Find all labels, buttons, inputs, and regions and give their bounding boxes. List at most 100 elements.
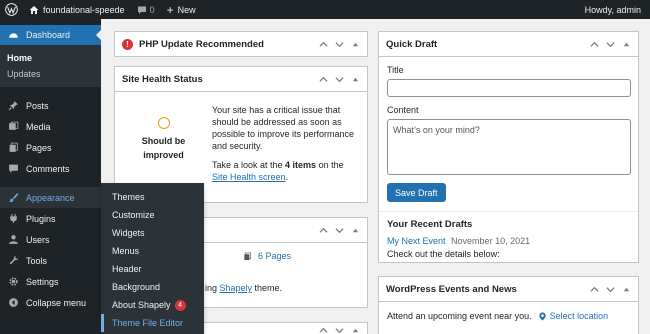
sidebar-item-tools[interactable]: Tools	[0, 250, 101, 271]
panel-header: Site Health Status	[115, 67, 367, 92]
appearance-flyout-menu: Themes Customize Widgets Menus Header Ba…	[101, 183, 204, 334]
location-pin-icon	[538, 311, 546, 321]
alert-icon: !	[122, 38, 133, 50]
move-up-icon[interactable]	[315, 322, 331, 334]
tools-icon	[6, 254, 20, 268]
health-ring-icon	[157, 117, 170, 129]
move-up-icon[interactable]	[586, 281, 602, 297]
sidebar-item-label: Tools	[26, 255, 48, 266]
php-update-panel: ! PHP Update Recommended	[114, 31, 368, 57]
brush-icon	[6, 191, 20, 205]
move-down-icon[interactable]	[331, 222, 347, 238]
content-label: Content	[387, 105, 419, 115]
dashboard-icon	[6, 28, 20, 42]
site-name: foundational-speede	[43, 4, 125, 15]
comment-count: 0	[149, 4, 155, 15]
comments-link[interactable]: 0	[131, 0, 161, 19]
account-menu[interactable]: Howdy, admin	[579, 0, 650, 19]
move-down-icon[interactable]	[602, 281, 618, 297]
sidebar-item-appearance[interactable]: Appearance	[0, 187, 101, 208]
wordpress-logo-icon[interactable]	[0, 0, 23, 19]
panel-header: ! PHP Update Recommended	[115, 32, 367, 56]
move-up-icon[interactable]	[586, 36, 602, 52]
dashboard-submenu: Home Updates	[0, 45, 101, 87]
sidebar-item-label: Posts	[26, 100, 49, 111]
notification-badge: 4	[174, 299, 186, 311]
sidebar-item-label: Plugins	[26, 213, 56, 224]
health-message: Your site has a critical issue that shou…	[212, 105, 355, 151]
panel-title: Site Health Status	[122, 73, 203, 85]
new-content-link[interactable]: + New	[161, 0, 202, 19]
pages-count: 6 Pages	[258, 251, 292, 261]
flyout-item-widgets[interactable]: Widgets	[101, 224, 204, 242]
toggle-panel-icon[interactable]	[347, 322, 363, 334]
draft-title-link[interactable]: My Next Event	[387, 236, 446, 246]
move-up-icon[interactable]	[315, 36, 331, 52]
health-take-look: Take a look at the 4 items on the Site H…	[212, 160, 344, 182]
toggle-panel-icon[interactable]	[347, 71, 363, 87]
sidebar-item-posts[interactable]: Posts	[0, 95, 101, 116]
move-down-icon[interactable]	[602, 36, 618, 52]
panel-title: PHP Update Recommended	[139, 38, 264, 50]
toggle-panel-icon[interactable]	[618, 281, 634, 297]
sidebar-subitem-home[interactable]: Home	[0, 50, 101, 66]
sidebar-item-label: Users	[26, 234, 50, 245]
site-health-link[interactable]: Site Health screen	[212, 172, 286, 182]
move-up-icon[interactable]	[315, 71, 331, 87]
sidebar-item-settings[interactable]: Settings	[0, 271, 101, 292]
theme-link[interactable]: Shapely	[220, 283, 253, 293]
flyout-item-about-shapely[interactable]: About Shapely 4	[101, 296, 204, 314]
sidebar-item-label: Collapse menu	[26, 297, 87, 308]
admin-bar: foundational-speede 0 + New Howdy, admin	[0, 0, 650, 19]
home-icon	[29, 5, 39, 14]
flyout-item-header[interactable]: Header	[101, 260, 204, 278]
toggle-panel-icon[interactable]	[347, 36, 363, 52]
health-status-text: Should be improved	[141, 136, 186, 160]
sidebar-item-pages[interactable]: Pages	[0, 137, 101, 158]
flyout-item-background[interactable]: Background	[101, 278, 204, 296]
move-up-icon[interactable]	[315, 222, 331, 238]
pages-icon	[244, 252, 251, 260]
title-label: Title	[387, 65, 404, 75]
events-text: Attend an upcoming event near you.	[387, 311, 532, 321]
move-down-icon[interactable]	[331, 322, 347, 334]
draft-date: November 10, 2021	[451, 236, 531, 246]
sidebar-item-plugins[interactable]: Plugins	[0, 208, 101, 229]
toggle-panel-icon[interactable]	[347, 222, 363, 238]
toggle-panel-icon[interactable]	[618, 36, 634, 52]
move-down-icon[interactable]	[331, 71, 347, 87]
flyout-item-customize[interactable]: Customize	[101, 206, 204, 224]
flyout-item-themes[interactable]: Themes	[101, 188, 204, 206]
sidebar-item-label: Settings	[26, 276, 59, 287]
admin-sidebar: Dashboard Home Updates Posts Media Pages…	[0, 19, 101, 334]
draft-item: My Next Event November 10, 2021	[387, 236, 630, 246]
collapse-menu-button[interactable]: Collapse menu	[0, 292, 101, 313]
pages-icon	[6, 141, 20, 155]
flyout-item-label: About Shapely	[112, 300, 171, 310]
content-textarea[interactable]: What’s on your mind?	[387, 119, 631, 175]
move-down-icon[interactable]	[331, 36, 347, 52]
sidebar-item-label: Appearance	[26, 192, 75, 203]
panel-header: Quick Draft	[379, 32, 638, 57]
sidebar-item-users[interactable]: Users	[0, 229, 101, 250]
flyout-item-menus[interactable]: Menus	[101, 242, 204, 260]
sidebar-item-comments[interactable]: Comments	[0, 158, 101, 179]
media-icon	[6, 120, 20, 134]
health-items-count: 4 items	[285, 160, 317, 170]
flyout-item-theme-file-editor[interactable]: Theme File Editor	[101, 314, 204, 332]
pushpin-icon	[6, 99, 20, 113]
comment-icon	[137, 6, 146, 14]
recent-drafts-heading: Your Recent Drafts	[387, 219, 473, 230]
save-draft-button[interactable]: Save Draft	[387, 183, 446, 202]
sidebar-item-media[interactable]: Media	[0, 116, 101, 137]
sidebar-item-label: Media	[26, 121, 51, 132]
plus-icon: +	[166, 2, 174, 17]
sidebar-item-dashboard[interactable]: Dashboard	[0, 25, 101, 45]
site-name-link[interactable]: foundational-speede	[23, 0, 131, 19]
title-input[interactable]	[387, 79, 631, 97]
comment-icon	[6, 162, 20, 176]
sidebar-subitem-updates[interactable]: Updates	[0, 66, 101, 82]
health-indicator: Should be improved	[115, 104, 212, 190]
select-location-link[interactable]: Select location	[550, 311, 609, 321]
plugin-icon	[6, 212, 20, 226]
